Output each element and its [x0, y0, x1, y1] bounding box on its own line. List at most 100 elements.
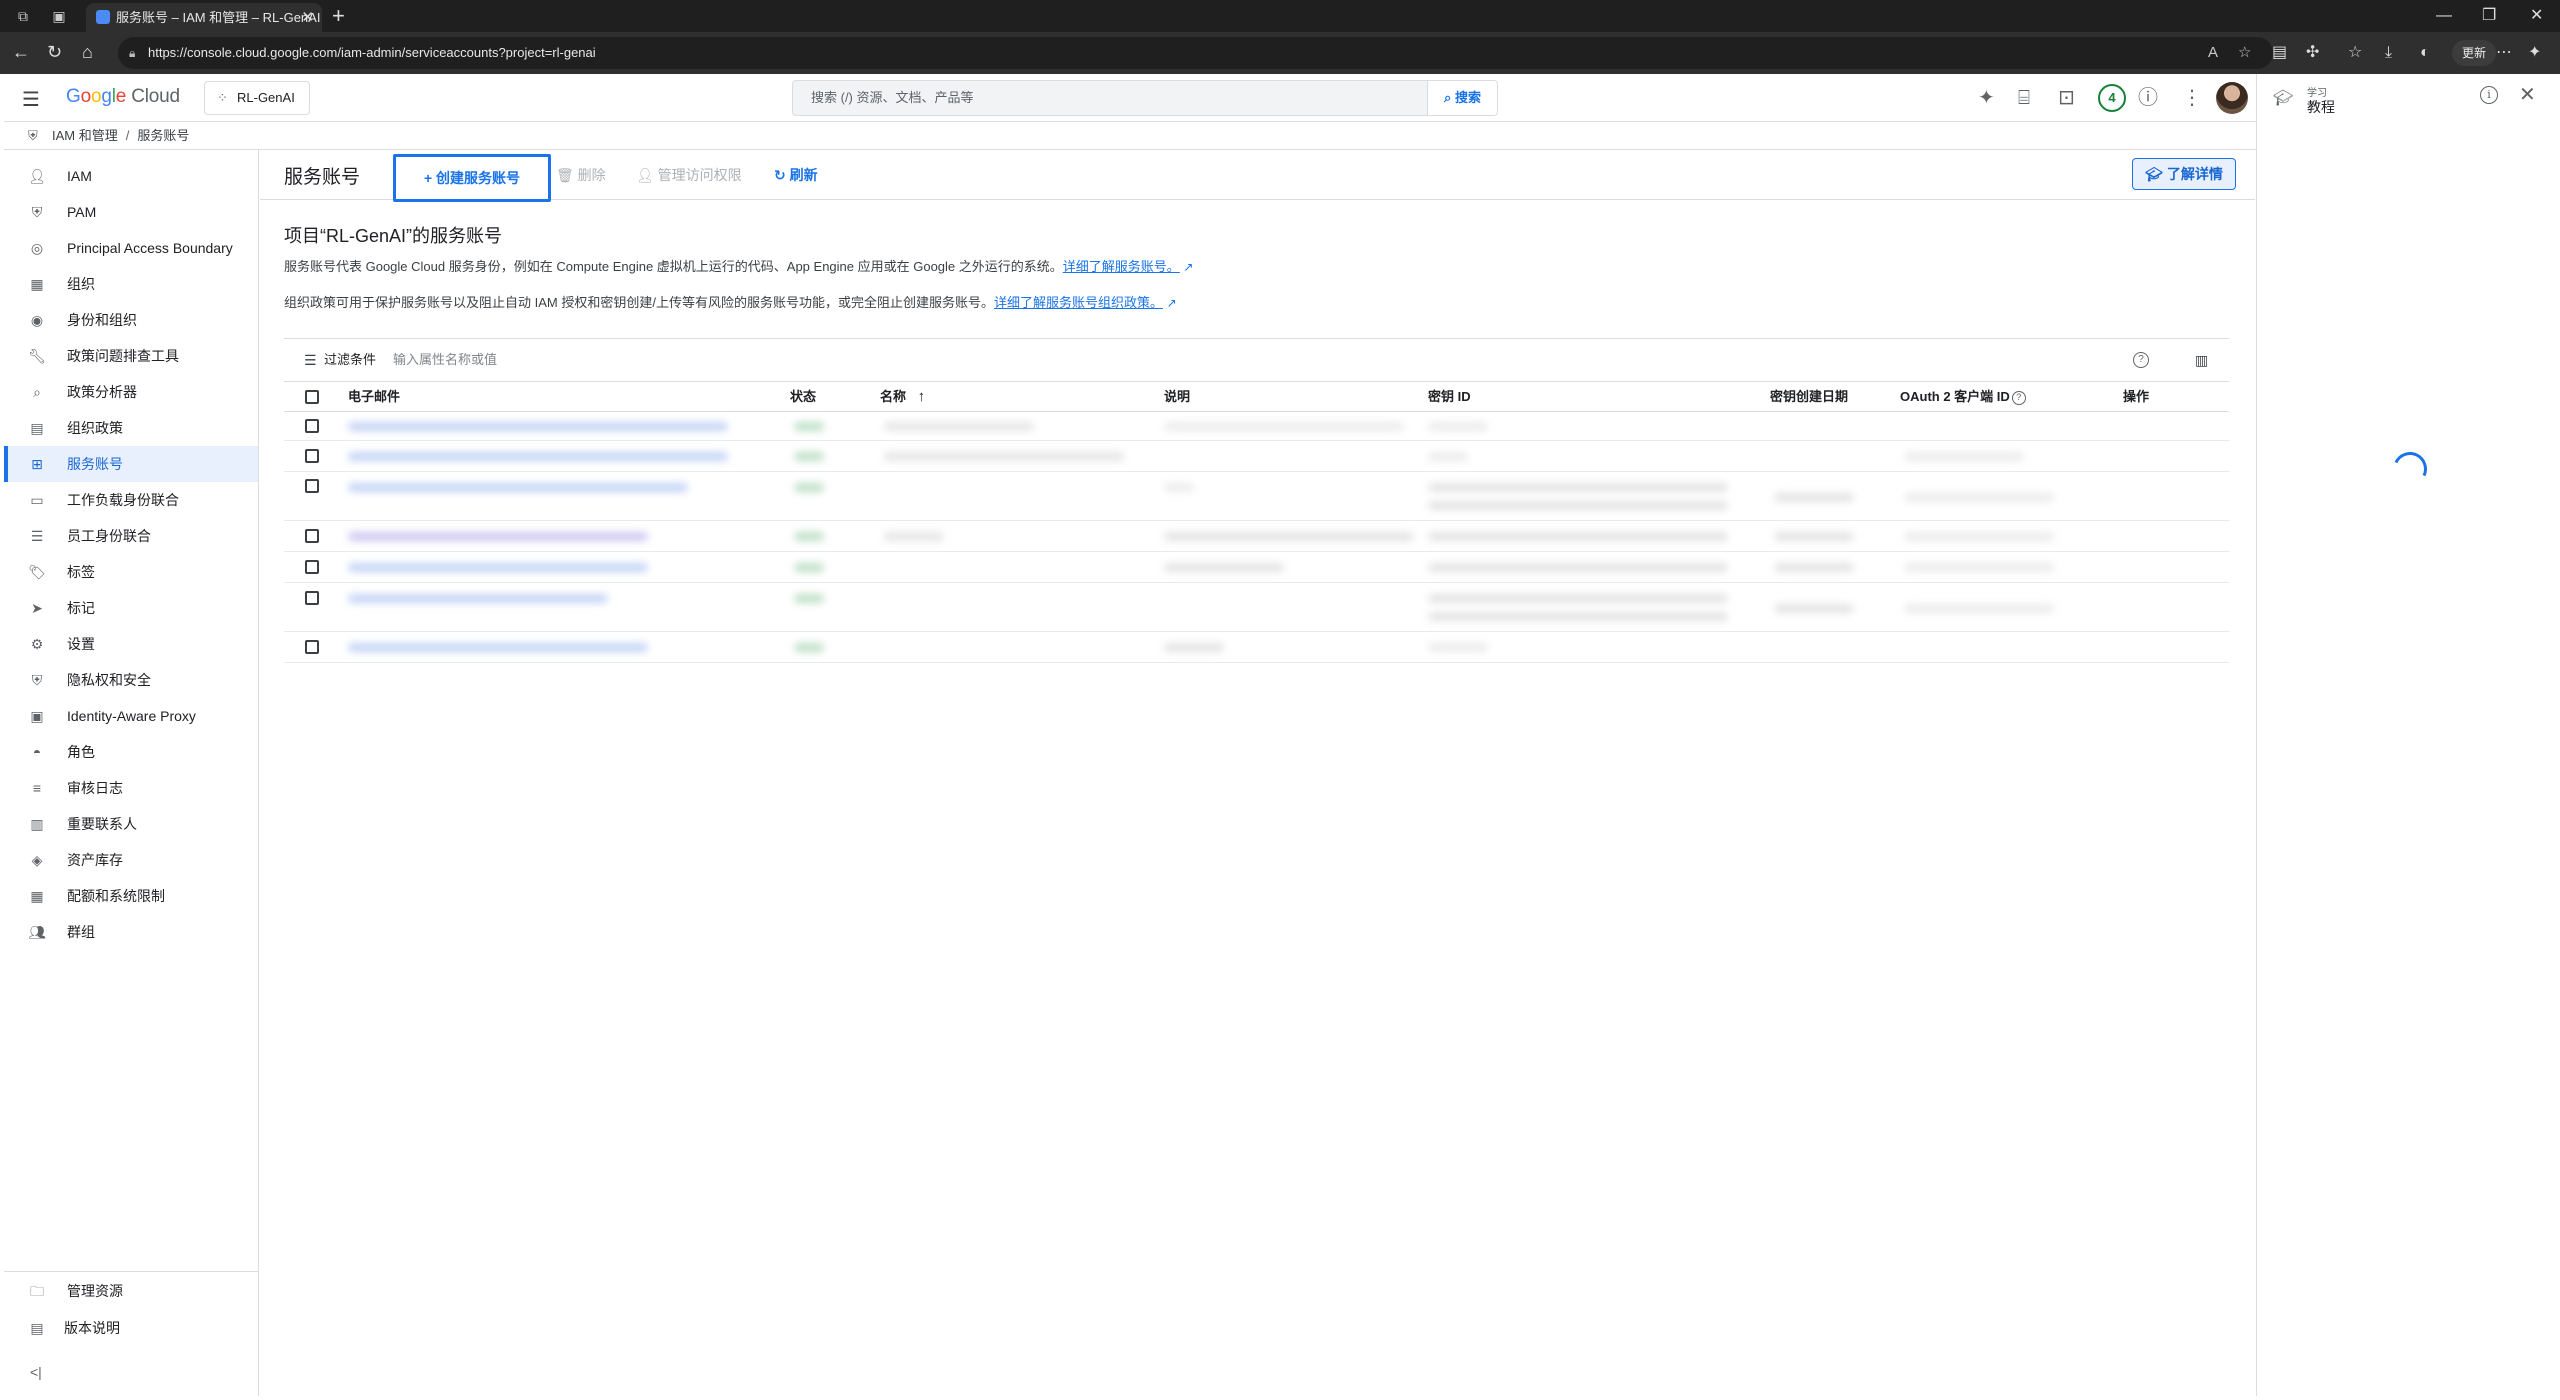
browser-tab-active[interactable]: 服务账号 – IAM 和管理 – RL-GenAI ✕ [86, 3, 322, 32]
home-icon[interactable]: ⌂ [82, 41, 93, 63]
sidebar-item-roles[interactable]: ◓ 角色 [4, 734, 258, 770]
description-1: 服务账号代表 Google Cloud 服务身份，例如在 Compute Eng… [284, 259, 1194, 274]
sidebar-item-organization[interactable]: ▦ 组织 [4, 266, 258, 302]
row-checkbox[interactable] [305, 479, 319, 493]
sidebar-item-labels[interactable]: ➤ 标记 [4, 590, 258, 626]
update-button[interactable]: 更新 [2452, 40, 2497, 66]
blurred-cell [1164, 532, 1414, 541]
google-cloud-logo[interactable]: Google Cloud [66, 86, 180, 108]
collapse-sidebar-icon[interactable]: <| [30, 1364, 42, 1380]
col-description[interactable]: 说明 [1164, 382, 1190, 412]
reload-icon[interactable]: ↻ [47, 41, 62, 63]
notifications-badge[interactable]: 4 [2098, 84, 2126, 112]
more-menu-icon[interactable]: ⋯ [2496, 42, 2512, 64]
learn-more-button[interactable]: 🎓︎ 了解详情 [2132, 158, 2236, 190]
favorite-star-icon[interactable]: ☆ [2238, 37, 2251, 69]
new-tab-icon[interactable]: + [332, 4, 345, 28]
restore-icon[interactable]: ❐ [2482, 4, 2496, 28]
sidebar-item-quotas[interactable]: ▦ 配额和系统限制 [4, 878, 258, 914]
sidebar-item-principal-access-boundary[interactable]: ◎ Principal Access Boundary [4, 230, 258, 266]
tab-actions-icon[interactable]: ▣ [50, 7, 68, 25]
minimize-icon[interactable]: — [2436, 4, 2452, 28]
window-close-icon[interactable]: ✕ [2530, 4, 2543, 28]
sidebar-item-essential-contacts[interactable]: ▥ 重要联系人 [4, 806, 258, 842]
table-row[interactable] [284, 442, 2229, 472]
create-service-account-button[interactable]: + 创建服务账号 [393, 154, 551, 202]
back-icon[interactable]: ← [12, 41, 30, 63]
tutorial-panel: 🎓︎ 学习 教程 i ✕ [2256, 74, 2560, 1396]
read-aloud-icon[interactable]: A [2208, 37, 2218, 69]
sidebar-item-pam[interactable]: ⛨ PAM [4, 194, 258, 230]
sidebar-item-org-policies[interactable]: ▤ 组织政策 [4, 410, 258, 446]
url-field[interactable]: 🔒︎ https://console.cloud.google.com/iam-… [118, 37, 2273, 69]
sidebar-item-policy-analyzer[interactable]: ⌕ 政策分析器 [4, 374, 258, 410]
sidebar-item-audit-logs[interactable]: ≡ 审核日志 [4, 770, 258, 806]
table-row[interactable] [284, 522, 2229, 552]
row-checkbox[interactable] [305, 529, 319, 543]
tab-close-icon[interactable]: ✕ [301, 3, 314, 32]
sidebar-item-workforce-identity[interactable]: ☰ 员工身份联合 [4, 518, 258, 554]
sidebar-item-workload-identity[interactable]: ▭ 工作负载身份联合 [4, 482, 258, 518]
filter-help-icon[interactable]: ? [2133, 352, 2149, 368]
col-name[interactable]: 名称 ↑ [880, 382, 925, 412]
table-row[interactable] [284, 413, 2229, 441]
table-row[interactable] [284, 584, 2229, 632]
refresh-button[interactable]: ↻ 刷新 [774, 164, 818, 186]
learn-org-policy-link[interactable]: 详细了解服务账号组织政策。 [994, 295, 1163, 310]
breadcrumb-parent[interactable]: IAM 和管理 [52, 128, 118, 143]
menu-icon[interactable]: ☰ [22, 87, 40, 112]
cloud-shell-icon[interactable]: ⊡ [2058, 86, 2075, 110]
reading-view-icon[interactable]: ▤ [2272, 42, 2287, 64]
sidebar-item-label: 审核日志 [67, 780, 123, 796]
row-checkbox[interactable] [305, 419, 319, 433]
profile-icon[interactable]: ◐ [2420, 42, 2430, 64]
more-vert-icon[interactable]: ⋮ [2182, 86, 2202, 110]
extensions-icon[interactable]: ✣ [2306, 42, 2319, 64]
row-checkbox[interactable] [305, 560, 319, 574]
filter-input[interactable]: 输入属性名称或值 [393, 339, 497, 381]
select-all-checkbox[interactable] [305, 390, 319, 404]
sidebar-item-policy-troubleshooter[interactable]: 🔧︎ 政策问题排查工具 [4, 338, 258, 374]
sidebar-item-settings[interactable]: ⚙ 设置 [4, 626, 258, 662]
delete-button[interactable]: 🗑︎ 删除 [556, 164, 606, 186]
sidebar-item-release-notes[interactable]: ▤ 版本说明 [4, 1310, 258, 1346]
gemini-icon[interactable]: ✦ [1978, 86, 1995, 110]
project-picker-button[interactable]: ⁘ RL-GenAI [204, 81, 310, 115]
sidebar-item-groups[interactable]: 👥︎ 群组 [4, 914, 258, 950]
search-button[interactable]: ⌕ 搜索 [1428, 80, 1498, 116]
sidebar-item-iam[interactable]: 👤︎ IAM [4, 158, 258, 194]
sidebar-item-tags[interactable]: 🏷︎ 标签 [4, 554, 258, 590]
table-row[interactable] [284, 553, 2229, 583]
oauth-help-icon[interactable]: ? [2011, 390, 2026, 405]
sidebar-item-identity-org[interactable]: ◉ 身份和组织 [4, 302, 258, 338]
col-status[interactable]: 状态 [790, 382, 816, 412]
manage-access-button[interactable]: 👤︎ 管理访问权限 [636, 164, 742, 186]
learn-service-accounts-link[interactable]: 详细了解服务账号。 [1063, 259, 1180, 274]
col-key-date[interactable]: 密钥创建日期 [1770, 382, 1848, 412]
row-checkbox[interactable] [305, 591, 319, 605]
table-row[interactable] [284, 473, 2229, 521]
close-icon[interactable]: ✕ [2519, 82, 2536, 107]
sidebar-item-service-accounts[interactable]: ⊞ 服务账号 [4, 446, 258, 482]
sidebar-item-asset-inventory[interactable]: ◈ 资产库存 [4, 842, 258, 878]
sidebar-item-iap[interactable]: ▣ Identity-Aware Proxy [4, 698, 258, 734]
col-oauth[interactable]: OAuth 2 客户端 ID? [1900, 382, 2026, 412]
sidebar-item-privacy-security[interactable]: ⛨ 隐私权和安全 [4, 662, 258, 698]
workspaces-icon[interactable]: ⧉ [14, 7, 32, 25]
col-email[interactable]: 电子邮件 [348, 382, 400, 412]
row-checkbox[interactable] [305, 449, 319, 463]
search-input[interactable]: 搜索 (/) 资源、文档、产品等 [792, 80, 1428, 116]
proxy-icon: ▣ [30, 708, 44, 724]
favorites-icon[interactable]: ☆ [2348, 42, 2362, 64]
download-icon[interactable]: ⤓ [2385, 42, 2392, 64]
sidebar-item-manage-resources[interactable]: 🗀︎ 管理资源 [4, 1273, 258, 1309]
help-icon[interactable]: ⓘ [2138, 86, 2158, 110]
copilot-icon[interactable]: ✦ [2528, 42, 2541, 64]
gift-icon[interactable]: ⌸ [2018, 86, 2030, 110]
row-checkbox[interactable] [305, 640, 319, 654]
info-icon[interactable]: i [2480, 86, 2498, 104]
table-row[interactable] [284, 633, 2229, 663]
column-display-icon[interactable]: ▥ [2195, 339, 2208, 381]
col-key-id[interactable]: 密钥 ID [1428, 382, 1471, 412]
avatar[interactable] [2216, 82, 2248, 114]
